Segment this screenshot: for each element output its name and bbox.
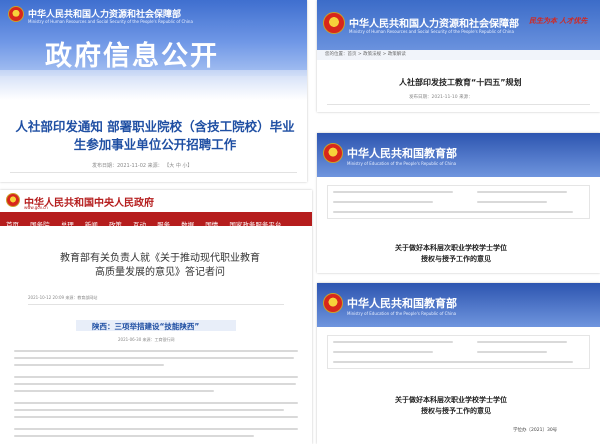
article-headline[interactable]: 人社部印发通知 部署职业院校（含技工院校）毕业生参加事业单位公开招聘工作	[10, 118, 300, 154]
moe-en-title: Ministry of Education of the People's Re…	[347, 311, 457, 316]
article-meta: 2021-10-12 20:09 来源：教育部网站	[28, 295, 98, 300]
nav-item-service-platform[interactable]: 国家政务服务平台	[229, 219, 281, 229]
national-emblem-icon	[6, 193, 20, 207]
national-emblem-icon	[8, 6, 24, 22]
site-url[interactable]: www.gov.cn	[24, 205, 48, 210]
meta-row	[477, 341, 567, 343]
body-text-line	[14, 364, 164, 366]
body-text-line	[14, 409, 284, 411]
mohrss-cn-title: 中华人民共和国人力资源和社会保障部	[349, 19, 519, 30]
document-title-line-1: 关于做好本科层次职业学校学士学位	[395, 244, 507, 252]
body-text-line	[14, 357, 294, 359]
moe-cn-title: 中华人民共和国教育部	[347, 147, 457, 160]
mohrss-en-title: Ministry of Human Resources and Social S…	[28, 19, 193, 24]
nav-item-premier[interactable]: 总理	[61, 219, 74, 229]
body-text-line	[14, 390, 214, 392]
meta-row	[477, 201, 547, 203]
body-text-line	[14, 435, 254, 437]
article-meta: 发布日期：2021-11-10 来源：	[409, 95, 473, 100]
slogan: 民生为本 人才优先	[529, 17, 588, 25]
nav-item-data[interactable]: 数据	[181, 219, 194, 229]
mohrss-article-page-screenshot: 中华人民共和国人力资源和社会保障部 Ministry of Human Reso…	[317, 0, 600, 112]
body-text-line	[14, 350, 298, 352]
sub-article-headline[interactable]: 陕西：三项举措建设“技能陕西”	[92, 321, 199, 332]
divider	[327, 104, 590, 105]
nav-item-national-info[interactable]: 国情	[205, 219, 218, 229]
body-text-line	[14, 428, 298, 430]
moe-cn-title: 中华人民共和国教育部	[347, 297, 457, 310]
national-emblem-icon	[323, 12, 345, 34]
main-nav: 首页 国务院 总理 新闻 政策 互动 服务 数据 国情 国家政务服务平台	[0, 212, 312, 229]
divider	[10, 172, 297, 173]
divider	[28, 304, 284, 305]
article-meta: 发布日期：2021-11-02 来源： 【大 中 小】	[92, 163, 193, 169]
meta-row	[333, 211, 573, 213]
meta-row	[333, 361, 573, 363]
body-text-line	[14, 376, 298, 378]
nav-item-policy[interactable]: 政策	[109, 219, 122, 229]
nav-item-interaction[interactable]: 互动	[133, 219, 146, 229]
article-headline[interactable]: 人社部印发技工教育“十四五”规划	[399, 77, 522, 88]
document-number: 学位办〔2021〕30号	[513, 428, 558, 433]
meta-row	[333, 201, 433, 203]
body-text-line	[14, 383, 296, 385]
moe-document-page-screenshot: 中华人民共和国教育部 Ministry of Education of the …	[317, 133, 600, 273]
moe-document-page-screenshot-2: 中华人民共和国教育部 Ministry of Education of the …	[317, 283, 600, 444]
document-title-line-1: 关于做好本科层次职业学校学士学位	[395, 396, 507, 404]
document-title-line-2: 授权与授予工作的意见	[421, 407, 491, 415]
banner-fade	[0, 70, 307, 100]
government-info-open-banner-text: 政府信息公开	[45, 41, 219, 72]
nav-item-state-council[interactable]: 国务院	[30, 219, 50, 229]
mohrss-info-page-screenshot: 中华人民共和国人力资源和社会保障部 Ministry of Human Reso…	[0, 0, 307, 182]
nav-item-home[interactable]: 首页	[6, 219, 19, 229]
meta-row	[333, 341, 453, 343]
sub-article-meta: 2021-06-30 来源：工商银行网	[118, 337, 175, 342]
national-emblem-icon	[323, 143, 343, 163]
body-text-line	[14, 402, 298, 404]
meta-row	[477, 191, 567, 193]
mohrss-en-title: Ministry of Human Resources and Social S…	[349, 29, 514, 34]
moe-en-title: Ministry of Education of the People's Re…	[347, 161, 457, 166]
breadcrumb[interactable]: 您的位置：首页 > 政策法规 > 政策解读	[325, 51, 406, 57]
nav-item-service[interactable]: 服务	[157, 219, 170, 229]
meta-row	[477, 351, 547, 353]
meta-row	[333, 351, 433, 353]
article-headline[interactable]: 教育部有关负责人就《关于推动现代职业教育高质量发展的意见》答记者问	[60, 252, 260, 280]
gov-cn-article-screenshot: 中华人民共和国中央人民政府 www.gov.cn 首页 国务院 总理 新闻 政策…	[0, 190, 312, 444]
meta-row	[333, 191, 453, 193]
nav-item-news[interactable]: 新闻	[85, 219, 98, 229]
document-title-line-2: 授权与授予工作的意见	[421, 255, 491, 263]
national-emblem-icon	[323, 293, 343, 313]
body-text-line	[14, 416, 298, 418]
